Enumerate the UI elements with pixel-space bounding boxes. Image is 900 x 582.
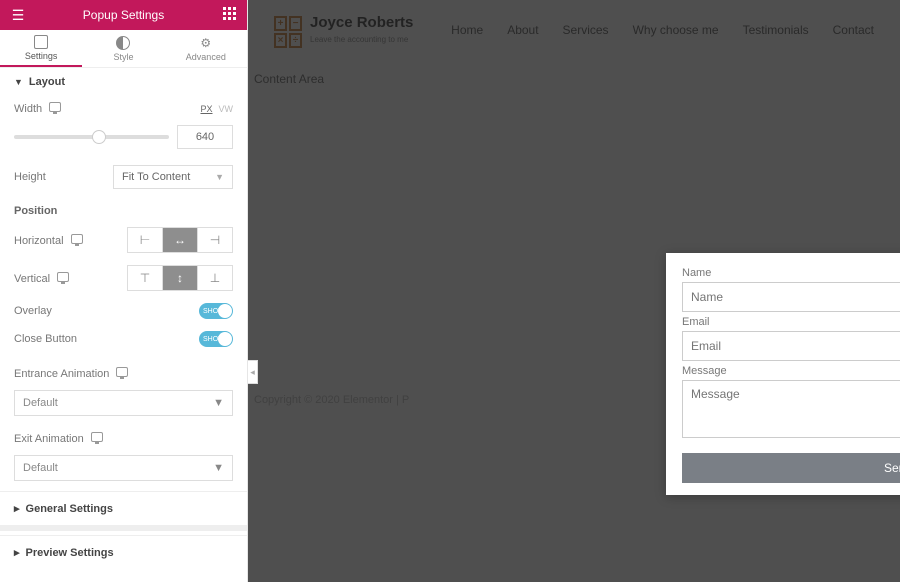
desktop-icon[interactable] bbox=[91, 432, 103, 442]
close-button-row: Close Button SHOW bbox=[0, 325, 247, 353]
height-label: Height bbox=[14, 171, 46, 183]
panel-header: Popup Settings bbox=[0, 0, 247, 30]
message-label: Message bbox=[682, 365, 900, 377]
caret-down-icon: ▼ bbox=[14, 77, 23, 87]
width-units[interactable]: PX VW bbox=[200, 104, 233, 114]
tab-advanced-label: Advanced bbox=[186, 52, 226, 62]
close-button-label: Close Button bbox=[14, 333, 77, 345]
desktop-icon[interactable] bbox=[49, 102, 61, 112]
horizontal-row: Horizontal ⊢ ↔ ⊣ bbox=[0, 221, 247, 259]
width-label: Width bbox=[14, 103, 42, 115]
align-middle-button[interactable]: ↕ bbox=[162, 265, 198, 291]
caret-right-icon: ▸ bbox=[14, 502, 20, 515]
menu-icon[interactable] bbox=[10, 7, 26, 23]
email-input[interactable] bbox=[682, 331, 900, 361]
position-heading: Position bbox=[0, 195, 247, 221]
email-label: Email bbox=[682, 316, 900, 328]
section-layout-label: Layout bbox=[29, 76, 65, 88]
align-top-button[interactable]: ⊤ bbox=[127, 265, 163, 291]
apps-icon[interactable] bbox=[221, 7, 237, 23]
panel-title: Popup Settings bbox=[83, 8, 164, 22]
vertical-label: Vertical bbox=[14, 273, 50, 285]
width-value[interactable]: 640 bbox=[177, 125, 233, 149]
toggle-knob bbox=[218, 304, 232, 318]
general-settings-label: General Settings bbox=[26, 503, 113, 515]
panel-collapse-handle[interactable]: ◂ bbox=[248, 360, 258, 384]
close-button-toggle[interactable]: SHOW bbox=[199, 331, 233, 347]
exit-value: Default bbox=[23, 462, 58, 474]
vertical-align: ⊤ ↕ ⊥ bbox=[127, 265, 233, 291]
tab-style-label: Style bbox=[113, 52, 133, 62]
tab-style[interactable]: Style bbox=[82, 30, 164, 67]
exit-select[interactable]: Default ▼ bbox=[14, 455, 233, 481]
preview-canvas: + − × ÷ Joyce Roberts Leave the accounti… bbox=[248, 0, 900, 582]
editor-panel: Popup Settings Settings Style Advanced ▼… bbox=[0, 0, 248, 582]
entrance-row: Entrance Animation bbox=[0, 353, 247, 386]
send-button[interactable]: Send bbox=[682, 453, 900, 483]
height-value: Fit To Content bbox=[122, 171, 190, 183]
desktop-icon[interactable] bbox=[57, 272, 69, 282]
desktop-icon[interactable] bbox=[116, 367, 128, 377]
panel-body: ▼ Layout Width PX VW 640 Height Fit To C… bbox=[0, 68, 247, 582]
caret-right-icon: ▸ bbox=[14, 546, 20, 559]
name-input[interactable] bbox=[682, 282, 900, 312]
entrance-value: Default bbox=[23, 397, 58, 409]
tab-advanced[interactable]: Advanced bbox=[165, 30, 247, 67]
slider-thumb[interactable] bbox=[92, 130, 106, 144]
height-select[interactable]: Fit To Content ▼ bbox=[113, 165, 233, 189]
entrance-label: Entrance Animation bbox=[14, 368, 109, 380]
exit-row: Exit Animation bbox=[0, 426, 247, 451]
tab-settings[interactable]: Settings bbox=[0, 30, 82, 67]
align-center-button[interactable]: ↔ bbox=[162, 227, 198, 253]
contrast-icon bbox=[116, 36, 130, 50]
section-layout[interactable]: ▼ Layout bbox=[0, 68, 247, 96]
overlay-toggle[interactable]: SHOW bbox=[199, 303, 233, 319]
align-right-button[interactable]: ⊣ bbox=[197, 227, 233, 253]
section-preview-settings[interactable]: ▸ Preview Settings bbox=[0, 535, 247, 569]
unit-px[interactable]: PX bbox=[200, 104, 212, 114]
height-row: Height Fit To Content ▼ bbox=[0, 159, 247, 195]
desktop-icon[interactable] bbox=[71, 234, 83, 244]
chevron-down-icon: ▼ bbox=[215, 172, 224, 182]
width-slider[interactable] bbox=[14, 135, 169, 139]
width-slider-row: 640 bbox=[0, 121, 247, 159]
overlay-row: Overlay SHOW bbox=[0, 297, 247, 325]
preview-settings-label: Preview Settings bbox=[26, 547, 114, 559]
chevron-down-icon: ▼ bbox=[213, 462, 224, 474]
popup: ✕ Name Email Message Send bbox=[666, 253, 900, 495]
panel-tabs: Settings Style Advanced bbox=[0, 30, 247, 68]
width-row: Width PX VW bbox=[0, 96, 247, 121]
window-icon bbox=[34, 35, 48, 49]
horizontal-label: Horizontal bbox=[14, 235, 64, 247]
vertical-row: Vertical ⊤ ↕ ⊥ bbox=[0, 259, 247, 297]
entrance-select[interactable]: Default ▼ bbox=[14, 390, 233, 416]
horizontal-align: ⊢ ↔ ⊣ bbox=[127, 227, 233, 253]
gear-icon bbox=[199, 36, 213, 50]
toggle-knob bbox=[218, 332, 232, 346]
align-bottom-button[interactable]: ⊥ bbox=[197, 265, 233, 291]
section-general-settings[interactable]: ▸ General Settings bbox=[0, 491, 247, 525]
unit-vw[interactable]: VW bbox=[219, 104, 234, 114]
chevron-down-icon: ▼ bbox=[213, 397, 224, 409]
align-left-button[interactable]: ⊢ bbox=[127, 227, 163, 253]
overlay-label: Overlay bbox=[14, 305, 52, 317]
exit-label: Exit Animation bbox=[14, 433, 84, 445]
message-input[interactable] bbox=[682, 380, 900, 438]
name-label: Name bbox=[682, 267, 900, 279]
tab-settings-label: Settings bbox=[25, 51, 58, 61]
